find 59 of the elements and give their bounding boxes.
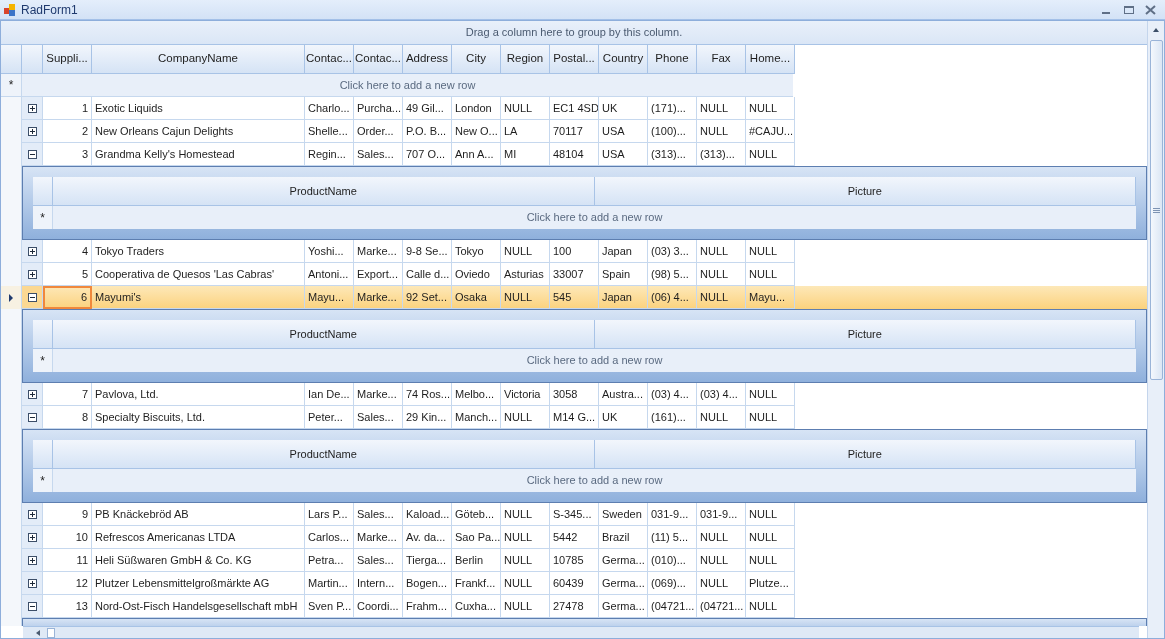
grip-icon: [1152, 207, 1160, 213]
expand-icon[interactable]: [27, 509, 37, 519]
column-header[interactable]: Phone: [648, 45, 697, 74]
table-cell: 5: [43, 263, 92, 286]
expand-icon[interactable]: [27, 246, 37, 256]
collapse-icon[interactable]: [27, 149, 37, 159]
vertical-scrollbar[interactable]: [1147, 21, 1164, 638]
horizontal-scrollbar[interactable]: [23, 626, 1139, 638]
expand-icon[interactable]: [27, 532, 37, 542]
app-icon: [3, 2, 17, 17]
current-row-icon: [8, 293, 14, 302]
header-corner: [33, 440, 53, 469]
window-title: RadForm1: [21, 1, 78, 19]
expand-icon[interactable]: [27, 103, 37, 113]
column-header[interactable]: Home...: [746, 45, 795, 74]
new-row-marker: *: [33, 469, 53, 492]
column-header[interactable]: Postal...: [550, 45, 599, 74]
expand-icon[interactable]: [27, 389, 37, 399]
column-header[interactable]: Country: [599, 45, 648, 74]
new-row-prompt[interactable]: Click here to add a new row: [53, 206, 1136, 229]
close-icon[interactable]: [1145, 4, 1156, 15]
new-row-prompt[interactable]: Click here to add a new row: [22, 74, 793, 97]
column-header[interactable]: Picture: [594, 177, 1136, 206]
header-corner: [1, 45, 22, 74]
column-header[interactable]: ProductName: [53, 177, 595, 206]
scrollbar-thumb[interactable]: [1149, 40, 1163, 380]
header-corner: [33, 177, 53, 206]
column-header[interactable]: Fax: [697, 45, 746, 74]
column-header[interactable]: Picture: [594, 440, 1136, 469]
column-header[interactable]: Contac...: [354, 45, 403, 74]
column-header[interactable]: Address: [403, 45, 452, 74]
column-header[interactable]: CompanyName: [92, 45, 305, 74]
new-row-marker: *: [1, 74, 22, 97]
header-corner: [22, 45, 43, 74]
group-panel: Drag a column here to group by this column.: [1, 21, 1147, 45]
expand-icon[interactable]: [27, 269, 37, 279]
new-row-marker: *: [33, 206, 53, 229]
row-indicator[interactable]: [1, 286, 22, 309]
maximize-icon[interactable]: [1123, 4, 1135, 15]
expand-icon[interactable]: [27, 555, 37, 565]
collapse-icon[interactable]: [27, 601, 37, 611]
column-header[interactable]: Region: [501, 45, 550, 74]
header-corner: [33, 320, 53, 349]
column-header[interactable]: ProductName: [53, 440, 595, 469]
expand-icon[interactable]: [27, 578, 37, 588]
collapse-icon[interactable]: [27, 412, 37, 422]
column-header[interactable]: Contac...: [305, 45, 354, 74]
new-row-prompt[interactable]: Click here to add a new row: [53, 349, 1136, 372]
table-cell: 6: [43, 286, 92, 309]
column-header[interactable]: Suppli...: [43, 45, 92, 74]
column-header[interactable]: City: [452, 45, 501, 74]
collapse-icon[interactable]: [27, 292, 37, 302]
new-row-prompt[interactable]: Click here to add a new row: [53, 469, 1136, 492]
column-header[interactable]: Picture: [594, 320, 1136, 349]
expand-icon[interactable]: [27, 126, 37, 136]
data-row[interactable]: 6 Mayumi's Mayu... Marke... 92 Set... Osaka NULL 545 Japan (06) 4... NULL Mayu...: [1, 286, 1147, 309]
scrollbar-thumb[interactable]: [47, 627, 55, 638]
column-header[interactable]: ProductName: [53, 320, 595, 349]
new-row-marker: *: [33, 349, 53, 372]
